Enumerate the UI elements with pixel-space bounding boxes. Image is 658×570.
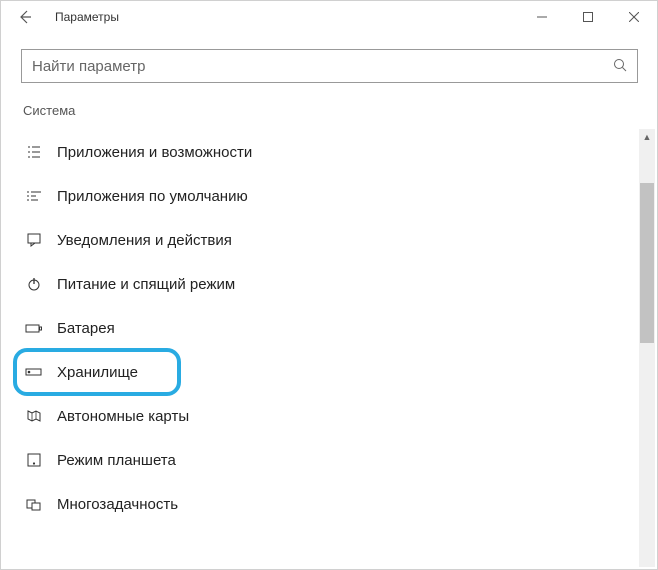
maximize-button[interactable]: [565, 1, 611, 33]
minimize-icon: [537, 12, 547, 22]
search-icon: [613, 58, 627, 75]
nav-item-tablet-mode[interactable]: Режим планшета: [21, 438, 637, 482]
nav-item-label: Приложения и возможности: [57, 144, 252, 161]
window-title: Параметры: [55, 10, 119, 24]
maps-icon: [25, 407, 43, 425]
notifications-icon: [25, 231, 43, 249]
storage-icon: [25, 363, 43, 381]
maximize-icon: [583, 12, 593, 22]
nav-item-offline-maps[interactable]: Автономные карты: [21, 394, 637, 438]
tablet-icon: [25, 451, 43, 469]
search-input[interactable]: Найти параметр: [21, 49, 638, 83]
nav-item-label: Режим планшета: [57, 452, 176, 469]
nav-item-label: Автономные карты: [57, 408, 189, 425]
nav-item-storage[interactable]: Хранилище: [21, 350, 637, 394]
power-icon: [25, 275, 43, 293]
apps-features-icon: [25, 143, 43, 161]
nav-item-label: Батарея: [57, 320, 115, 337]
content-area: Найти параметр Система Приложения и во: [1, 33, 657, 526]
category-label: Система: [21, 103, 637, 118]
close-icon: [629, 12, 639, 22]
titlebar: Параметры: [1, 1, 657, 33]
nav-item-label: Хранилище: [57, 364, 138, 381]
nav-item-notifications[interactable]: Уведомления и действия: [21, 218, 637, 262]
nav-item-apps-features[interactable]: Приложения и возможности: [21, 130, 637, 174]
close-button[interactable]: [611, 1, 657, 33]
nav-item-multitasking[interactable]: Многозадачность: [21, 482, 637, 526]
scrollbar-thumb[interactable]: [640, 183, 654, 343]
scrollbar[interactable]: ▲: [639, 129, 655, 567]
back-arrow-icon: [17, 9, 33, 25]
nav-item-power-sleep[interactable]: Питание и спящий режим: [21, 262, 637, 306]
scrollbar-up-arrow-icon[interactable]: ▲: [639, 129, 655, 145]
multitasking-icon: [25, 495, 43, 513]
nav-item-battery[interactable]: Батарея: [21, 306, 637, 350]
nav-item-label: Питание и спящий режим: [57, 276, 235, 293]
nav-item-label: Многозадачность: [57, 496, 178, 513]
nav-list: Приложения и возможности Приложения по у…: [21, 130, 637, 526]
window-controls: [519, 1, 657, 33]
battery-icon: [25, 319, 43, 337]
nav-item-default-apps[interactable]: Приложения по умолчанию: [21, 174, 637, 218]
nav-item-label: Приложения по умолчанию: [57, 188, 248, 205]
minimize-button[interactable]: [519, 1, 565, 33]
back-button[interactable]: [9, 1, 41, 33]
nav-item-label: Уведомления и действия: [57, 232, 232, 249]
default-apps-icon: [25, 187, 43, 205]
search-placeholder: Найти параметр: [32, 58, 613, 75]
